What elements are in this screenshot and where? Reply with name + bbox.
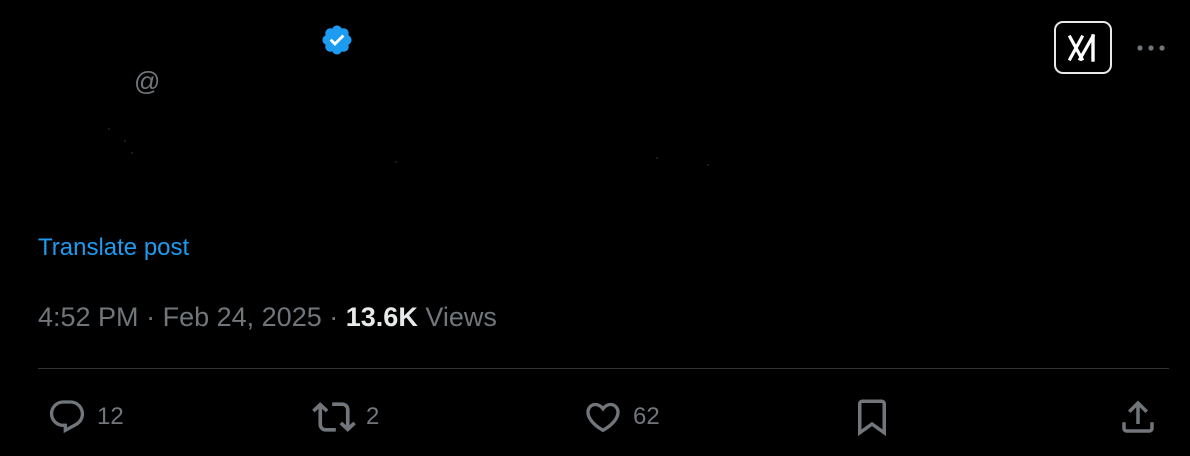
- post-date[interactable]: Feb 24, 2025: [163, 302, 322, 332]
- share-button[interactable]: [1117, 396, 1159, 438]
- meta-separator: ·: [146, 302, 156, 332]
- reply-count: 12: [97, 403, 124, 430]
- retweet-count: 2: [366, 403, 380, 430]
- retweet-icon: [312, 402, 356, 432]
- reply-button[interactable]: 12: [47, 396, 124, 438]
- verified-badge-icon: [322, 25, 352, 55]
- body-speck: [131, 152, 133, 154]
- post-metadata: 4:52 PM · Feb 24, 2025 · 13.6K Views: [38, 300, 497, 334]
- meta-separator: ·: [329, 302, 339, 332]
- translate-post-link[interactable]: Translate post: [38, 233, 189, 263]
- like-button[interactable]: 62: [583, 396, 660, 438]
- body-speck: [395, 161, 397, 163]
- author-name[interactable]: [38, 24, 308, 54]
- heart-icon: [586, 402, 620, 433]
- body-speck: [707, 164, 709, 166]
- author-handle[interactable]: @: [134, 66, 160, 96]
- post-time[interactable]: 4:52 PM: [38, 302, 139, 332]
- retweet-button[interactable]: 2: [312, 396, 379, 438]
- post-body-text: [38, 110, 1138, 210]
- body-speck: [656, 157, 658, 159]
- views-count[interactable]: 13.6K: [346, 302, 418, 332]
- divider: [38, 368, 1169, 369]
- bookmark-icon: [858, 399, 886, 437]
- views-label: Views: [425, 302, 497, 332]
- more-options-button[interactable]: [1134, 35, 1168, 61]
- body-speck: [108, 128, 110, 130]
- more-horizontal-icon: [1137, 45, 1165, 51]
- like-count: 62: [633, 403, 660, 430]
- body-speck: [124, 140, 126, 142]
- share-icon: [1122, 400, 1154, 433]
- bookmark-button[interactable]: [851, 396, 893, 438]
- grok-button[interactable]: [1054, 21, 1112, 74]
- reply-icon: [49, 400, 85, 434]
- grok-logo-icon: [1067, 33, 1096, 62]
